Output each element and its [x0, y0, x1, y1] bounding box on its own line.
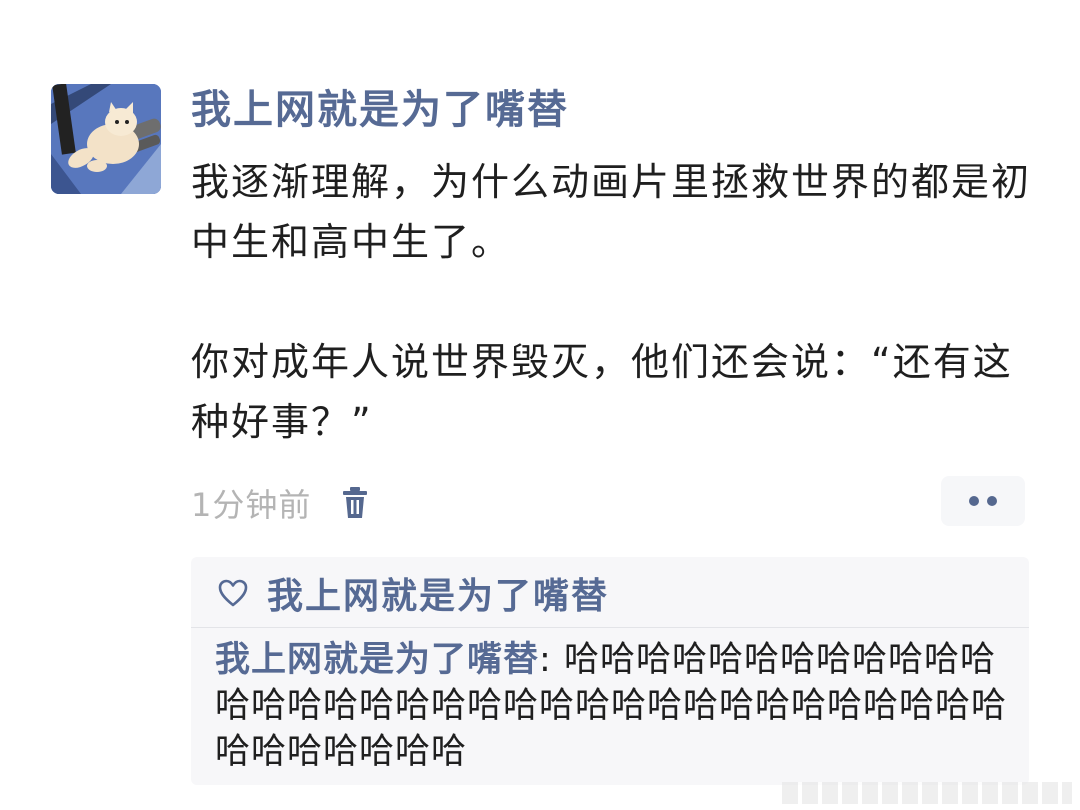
- cat-avatar-icon: [51, 84, 161, 194]
- post-username[interactable]: 我上网就是为了嘴替: [191, 84, 569, 136]
- user-avatar[interactable]: [51, 84, 161, 194]
- dot: [987, 496, 997, 506]
- liker-name[interactable]: 我上网就是为了嘴替: [267, 567, 609, 619]
- divider: [191, 627, 1029, 628]
- post-body-paragraph: 我逐渐理解，为什么动画片里拯救世界的都是初中生和高中生了。: [191, 160, 1032, 264]
- interaction-panel: 我上网就是为了嘴替 我上网就是为了嘴替: 哈哈哈哈哈哈哈哈哈哈哈哈哈哈哈哈哈哈哈…: [191, 557, 1029, 785]
- post-body: 我逐渐理解，为什么动画片里拯救世界的都是初中生和高中生了。 你对成年人说世界毁灭…: [191, 152, 1051, 452]
- more-dots-icon[interactable]: [941, 476, 1025, 526]
- dot: [969, 496, 979, 506]
- moment-post: 我上网就是为了嘴替 我逐渐理解，为什么动画片里拯救世界的都是初中生和高中生了。 …: [0, 0, 1080, 810]
- comment-author[interactable]: 我上网就是为了嘴替: [215, 640, 539, 680]
- heart-icon: [217, 577, 251, 609]
- post-body-paragraph: 你对成年人说世界毁灭，他们还会说：“还有这种好事？”: [191, 340, 1013, 444]
- post-meta: 1分钟前: [191, 478, 371, 528]
- likes-row: 我上网就是为了嘴替: [217, 567, 609, 619]
- comment-separator: :: [539, 640, 564, 680]
- trash-icon[interactable]: [341, 485, 371, 521]
- watermark: [782, 782, 1072, 804]
- post-timestamp: 1分钟前: [191, 486, 312, 524]
- comment-item[interactable]: 我上网就是为了嘴替: 哈哈哈哈哈哈哈哈哈哈哈哈哈哈哈哈哈哈哈哈哈哈哈哈哈哈哈哈哈…: [215, 637, 1015, 775]
